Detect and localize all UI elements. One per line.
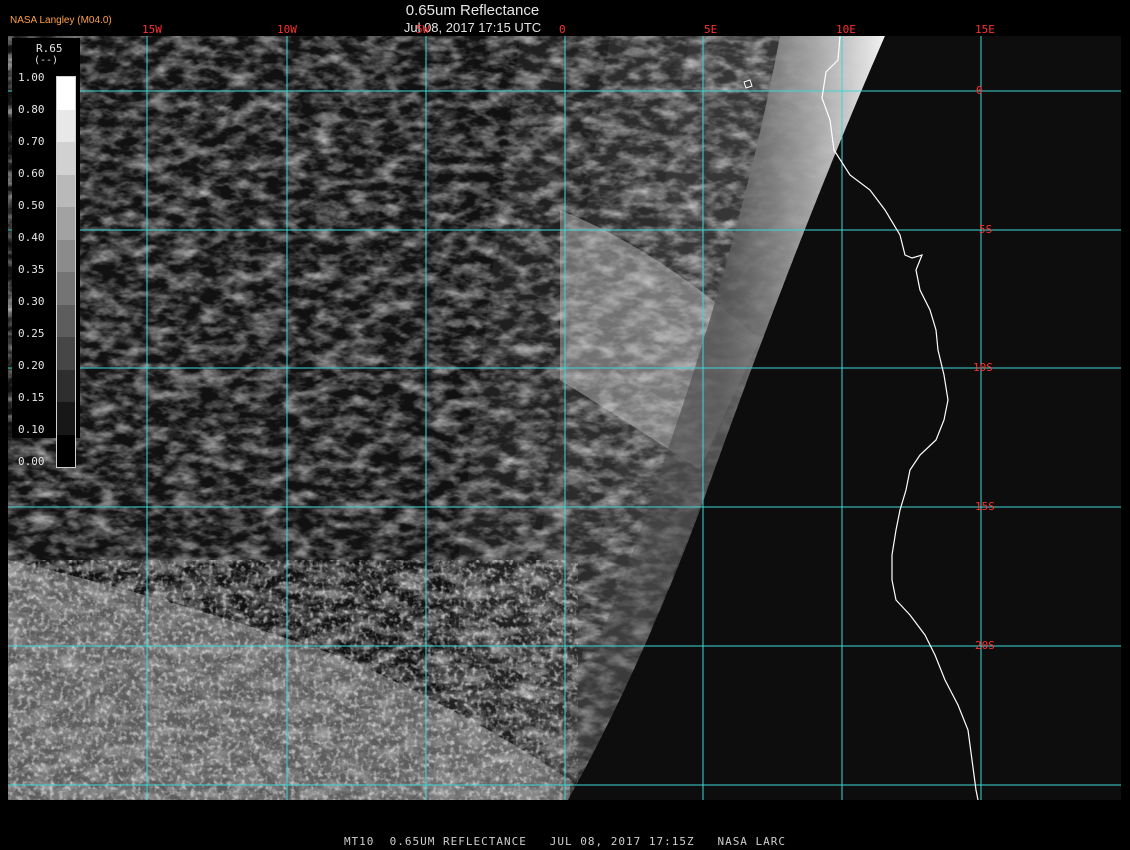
legend-swatch (57, 109, 75, 142)
longitude-label: 5E (704, 23, 718, 36)
legend-tick: 0.70 (18, 135, 45, 148)
image-title: 0.65um Reflectance (405, 2, 540, 19)
legend-tick: 0.10 (18, 423, 45, 436)
legend-tick: 0.25 (18, 327, 45, 340)
longitude-label: 5W (416, 23, 430, 36)
longitude-label: 10E (836, 23, 856, 36)
reflectance-map (0, 0, 1130, 850)
legend-unit: (--) (34, 55, 59, 66)
color-scale-legend: R.65 (--) 1.00 0.80 0.70 0.60 0.50 0.40 … (12, 38, 80, 468)
legend-tick: 0.50 (18, 199, 45, 212)
longitude-label: 15E (975, 23, 995, 36)
legend-swatch (57, 337, 75, 370)
legend-tick: 0.80 (18, 103, 45, 116)
legend-swatch (57, 369, 75, 402)
legend-tick: 0.20 (18, 359, 45, 372)
image-footer-caption: MT10 0.65UM REFLECTANCE JUL 08, 2017 17:… (343, 835, 787, 848)
latitude-label: 10S (973, 361, 993, 374)
legend-swatch (57, 239, 75, 272)
latitude-label: 20S (975, 639, 995, 652)
legend-tick: 0.00 (18, 455, 45, 468)
legend-swatch (57, 174, 75, 207)
legend-swatch (57, 434, 75, 467)
legend-tick: 0.15 (18, 391, 45, 404)
legend-title: R.65 (36, 42, 63, 55)
legend-tick: 0.40 (18, 231, 45, 244)
provider-credit: NASA Langley (M04.0) (10, 15, 112, 26)
latitude-label: 0 (976, 84, 983, 97)
legend-tick: 0.30 (18, 295, 45, 308)
latitude-label: 15S (975, 500, 995, 513)
legend-tick: 1.00 (18, 71, 45, 84)
latitude-label: 5S (979, 223, 993, 236)
legend-swatch (57, 142, 75, 175)
legend-tick: 0.35 (18, 263, 45, 276)
legend-tick: 0.60 (18, 167, 45, 180)
legend-swatch (57, 207, 75, 240)
satellite-image-viewer: 0.65um Reflectance Jul 08, 2017 17:15 UT… (0, 0, 1130, 850)
legend-swatch (57, 272, 75, 305)
longitude-label: 0 (559, 23, 566, 36)
longitude-label: 10W (277, 23, 297, 36)
longitude-label: 15W (142, 23, 162, 36)
legend-colorbar (56, 76, 76, 468)
legend-swatch (57, 402, 75, 435)
legend-swatch (57, 77, 75, 110)
legend-swatch (57, 304, 75, 337)
